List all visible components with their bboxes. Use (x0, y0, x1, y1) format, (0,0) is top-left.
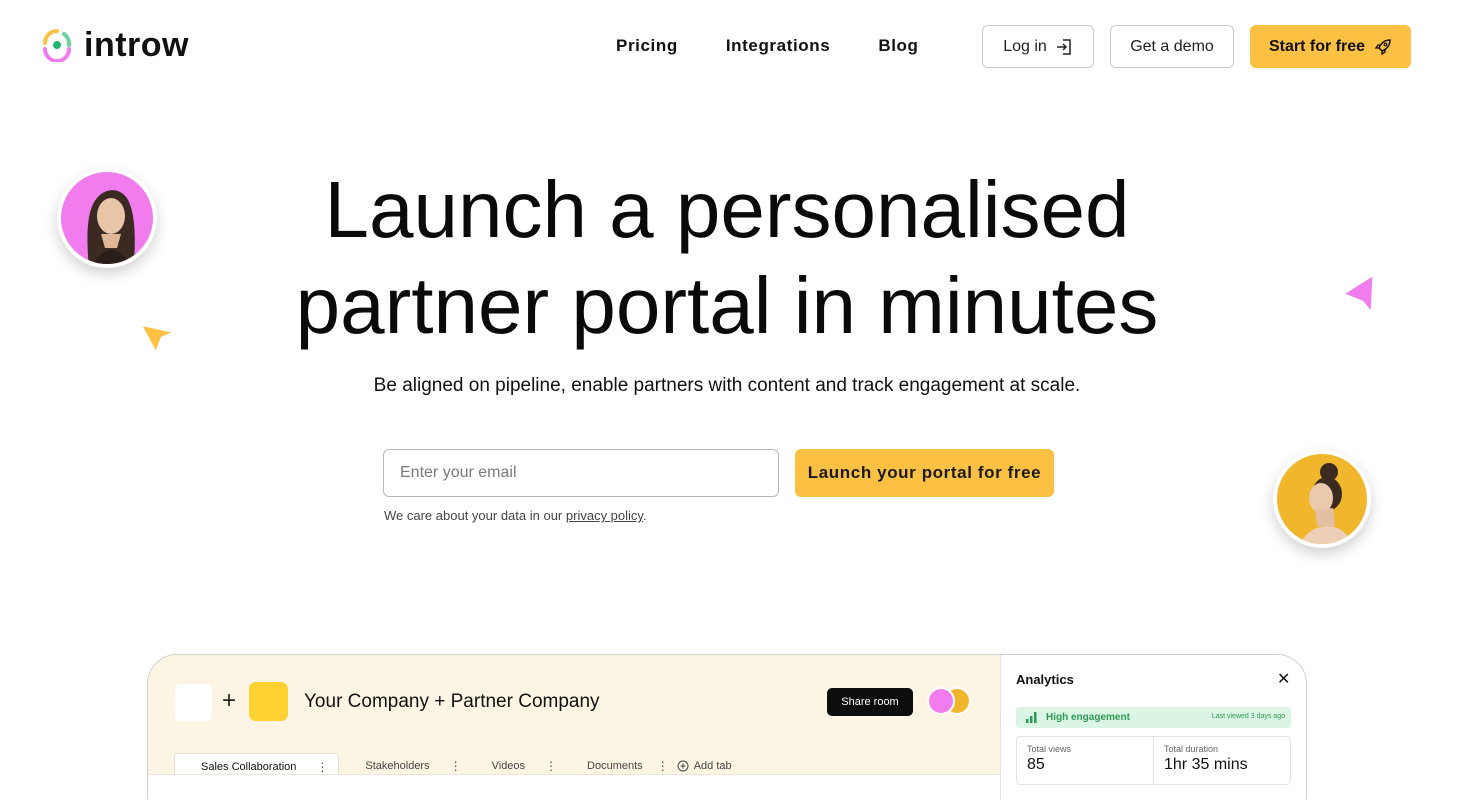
analytics-title: Analytics (1016, 672, 1074, 687)
share-room-button[interactable]: Share room (827, 688, 913, 716)
person-portrait-icon (1300, 463, 1353, 544)
privacy-end: . (642, 508, 647, 523)
close-icon[interactable]: ✕ (1277, 669, 1290, 689)
start-free-button[interactable]: Start for free (1250, 25, 1411, 68)
tab-menu-icon[interactable]: ⋮ (450, 759, 462, 773)
tab-menu-icon[interactable]: ⋮ (545, 759, 557, 773)
nav-links: Pricing Integrations Blog (616, 34, 919, 58)
tab-label: Sales Collaboration (201, 760, 297, 773)
login-button[interactable]: Log in (982, 25, 1094, 68)
top-navigation: introw Pricing Integrations Blog Log in … (0, 0, 1484, 92)
engagement-label: High engagement (1046, 712, 1130, 723)
plus-circle-icon (677, 760, 689, 772)
introw-logo-icon (43, 29, 72, 62)
privacy-note: We care about your data in our privacy p… (384, 508, 647, 523)
hero-title-line-2: partner portal in minutes (295, 261, 1159, 350)
nav-link-pricing[interactable]: Pricing (616, 34, 678, 58)
company-logo-placeholder (175, 684, 212, 721)
tab-label: Stakeholders (365, 760, 430, 772)
avatar-woman-yellow (1273, 450, 1371, 548)
nav-link-integrations[interactable]: Integrations (726, 34, 831, 58)
avatar (927, 687, 955, 715)
participant-avatars (927, 687, 977, 717)
stat-total-duration: Total duration 1hr 35 mins (1154, 737, 1290, 784)
stat-total-views: Total views 85 (1017, 737, 1154, 784)
room-panel: + Your Company + Partner Company Share r… (148, 655, 1000, 800)
stat-label: Total views (1027, 744, 1072, 754)
tab-content (148, 774, 1000, 800)
tab-menu-icon[interactable]: ⋮ (657, 759, 669, 773)
launch-portal-button[interactable]: Launch your portal for free (795, 449, 1054, 497)
privacy-policy-link[interactable]: privacy policy (566, 508, 643, 523)
get-demo-button[interactable]: Get a demo (1110, 25, 1234, 68)
partner-logo-placeholder (249, 682, 288, 721)
privacy-text: We care about your data in our (384, 508, 563, 523)
brand-name: introw (84, 26, 189, 64)
brand-logo[interactable]: introw (40, 28, 189, 62)
engagement-badge: High engagement Last viewed 3 days ago (1016, 707, 1291, 728)
email-input[interactable] (383, 449, 779, 497)
tab-label: Documents (587, 760, 643, 772)
share-label: Share room (841, 696, 899, 708)
stat-value: 1hr 35 mins (1164, 756, 1248, 773)
rocket-icon (1374, 38, 1391, 55)
analytics-panel: Analytics ✕ High engagement Last viewed … (1000, 655, 1306, 800)
last-viewed-text: Last viewed 3 days ago (1211, 713, 1285, 720)
hero-title: Launch a personalised partner portal in … (0, 162, 1454, 354)
room-title: Your Company + Partner Company (304, 691, 600, 712)
stat-value: 85 (1027, 756, 1045, 773)
tab-menu-icon[interactable]: ⋮ (316, 760, 328, 774)
start-label: Start for free (1268, 37, 1366, 55)
signal-bars-icon (1026, 712, 1037, 723)
plus-sign: + (222, 687, 237, 714)
stat-label: Total duration (1164, 744, 1219, 754)
nav-link-blog[interactable]: Blog (878, 34, 918, 58)
tab-label: Videos (491, 760, 526, 772)
add-tab-label: Add tab (693, 760, 732, 772)
login-label: Log in (1003, 37, 1047, 55)
login-arrow-icon (1056, 38, 1071, 55)
app-preview: + Your Company + Partner Company Share r… (147, 654, 1307, 800)
analytics-stats: Total views 85 Total duration 1hr 35 min… (1016, 736, 1291, 785)
hero-subtitle: Be aligned on pipeline, enable partners … (373, 375, 1081, 396)
launch-label: Launch your portal for free (807, 463, 1042, 482)
hero-title-line-1: Launch a personalised (324, 165, 1130, 254)
demo-label: Get a demo (1130, 37, 1214, 55)
